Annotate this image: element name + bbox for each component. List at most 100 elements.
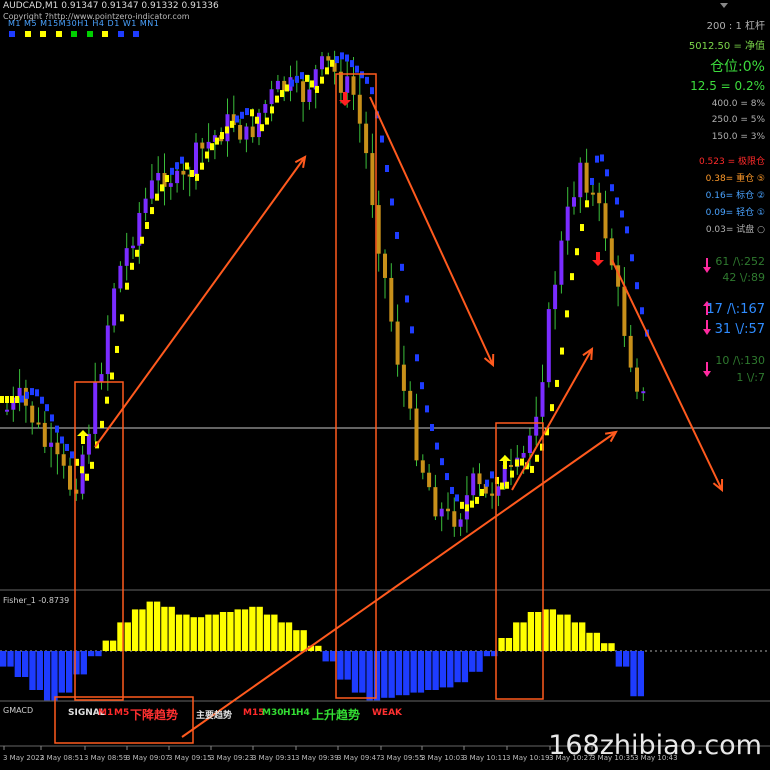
candle-body (559, 240, 564, 285)
indicator-block (510, 470, 514, 478)
candle-body (641, 391, 646, 394)
indicator-block (115, 345, 119, 353)
fisher-bar (557, 614, 564, 651)
indicator-block (240, 111, 244, 119)
x-tick-label: 3 May 09:15 (168, 754, 212, 762)
trend-arrow (511, 348, 593, 491)
panel-row: 1 \/:7 (736, 371, 765, 384)
fisher-bar (373, 651, 381, 701)
fisher-bar (87, 651, 95, 657)
panel-arrow-head-icon (703, 267, 711, 273)
fisher-bar (447, 651, 454, 688)
candle-body (389, 277, 394, 322)
fisher-bar (249, 606, 256, 651)
candle-body (99, 374, 104, 383)
panel-row: 仓位:0% (710, 59, 765, 75)
fisher-bar (227, 612, 234, 651)
indicator-block (195, 173, 199, 181)
candle-body (395, 321, 400, 365)
x-tick-label: 3 May 08:51 (40, 754, 84, 762)
indicator-block (145, 221, 149, 229)
candle-body (427, 472, 432, 488)
fisher-bar (161, 606, 168, 651)
fisher-bar (95, 651, 102, 657)
candle-body (338, 71, 343, 93)
fisher-bar (65, 651, 73, 693)
candle-body (68, 465, 72, 490)
fisher-bar (190, 617, 197, 651)
candle-body (414, 408, 419, 461)
panel-row: 12.5 = 0.2% (690, 79, 765, 93)
indicator-block (280, 90, 284, 98)
indicator-block (515, 459, 519, 467)
indicator-block (330, 59, 334, 67)
indicator-block (30, 388, 34, 396)
timeframe-square (40, 31, 46, 37)
fisher-bar (535, 612, 542, 651)
candle-body (584, 162, 589, 193)
indicator-block (590, 177, 594, 185)
fisher-bar (527, 612, 535, 651)
indicator-block (90, 461, 94, 469)
indicator-block (570, 273, 574, 281)
indicator-block (205, 151, 209, 159)
timeframe-square (9, 31, 15, 37)
candle-body (307, 89, 312, 102)
signal-item: WEAK (372, 708, 403, 718)
candle-body (250, 126, 255, 138)
signal-item: M30 (262, 708, 284, 718)
candle-body (320, 56, 324, 70)
indicator-block (485, 479, 489, 487)
price-chart[interactable] (0, 0, 770, 770)
indicator-block (10, 396, 14, 403)
indicator-block (0, 396, 4, 403)
candle-body (244, 126, 249, 140)
fisher-bar (131, 609, 139, 651)
candlestick-series (5, 50, 646, 537)
fisher-bar (139, 609, 146, 651)
indicator-block (360, 71, 364, 79)
candle-body (553, 284, 558, 310)
x-tick-label: 3 May 09:31 (252, 754, 296, 762)
fisher-bar (175, 614, 183, 651)
trend-arrow (611, 259, 723, 491)
gmacd-label: GMACD (3, 706, 34, 715)
indicator-block (505, 481, 509, 489)
signal-item: 下降趋势 (130, 708, 179, 722)
candle-body (433, 487, 438, 517)
indicator-block (290, 79, 294, 87)
indicator-block (50, 414, 54, 422)
fisher-bar (21, 651, 29, 677)
candle-body (351, 76, 356, 95)
fisher-bar (593, 632, 601, 651)
fisher-bar (263, 614, 271, 651)
indicator-block (80, 466, 84, 474)
candle-body (175, 170, 180, 184)
candle-body (527, 435, 532, 454)
fisher-bar (601, 643, 608, 651)
panel-row: 10 /\:130 (715, 354, 765, 367)
x-tick-label: 3 May 10:11 (463, 754, 507, 762)
candle-body (376, 205, 381, 254)
fisher-bar (205, 614, 212, 651)
chart-menu-icon[interactable] (720, 3, 728, 8)
candle-body (628, 335, 633, 368)
candle-body (42, 422, 47, 447)
indicator-block (235, 115, 239, 123)
timeframe-square (55, 31, 62, 37)
fisher-bar (381, 651, 388, 698)
fisher-bar (520, 622, 527, 651)
panel-arrow-head-icon (703, 371, 711, 377)
candle-body (364, 123, 369, 154)
fisher-bar (183, 614, 190, 651)
candle-body (194, 142, 198, 177)
indicator-block (35, 389, 39, 397)
indicator-block (465, 504, 469, 512)
candle-body (452, 511, 457, 527)
indicator-block (250, 109, 254, 117)
indicator-block (155, 193, 159, 201)
fisher-bar (29, 651, 36, 690)
indicator-block (60, 436, 64, 444)
indicator-block (20, 395, 24, 403)
fisher-bar (476, 651, 483, 672)
